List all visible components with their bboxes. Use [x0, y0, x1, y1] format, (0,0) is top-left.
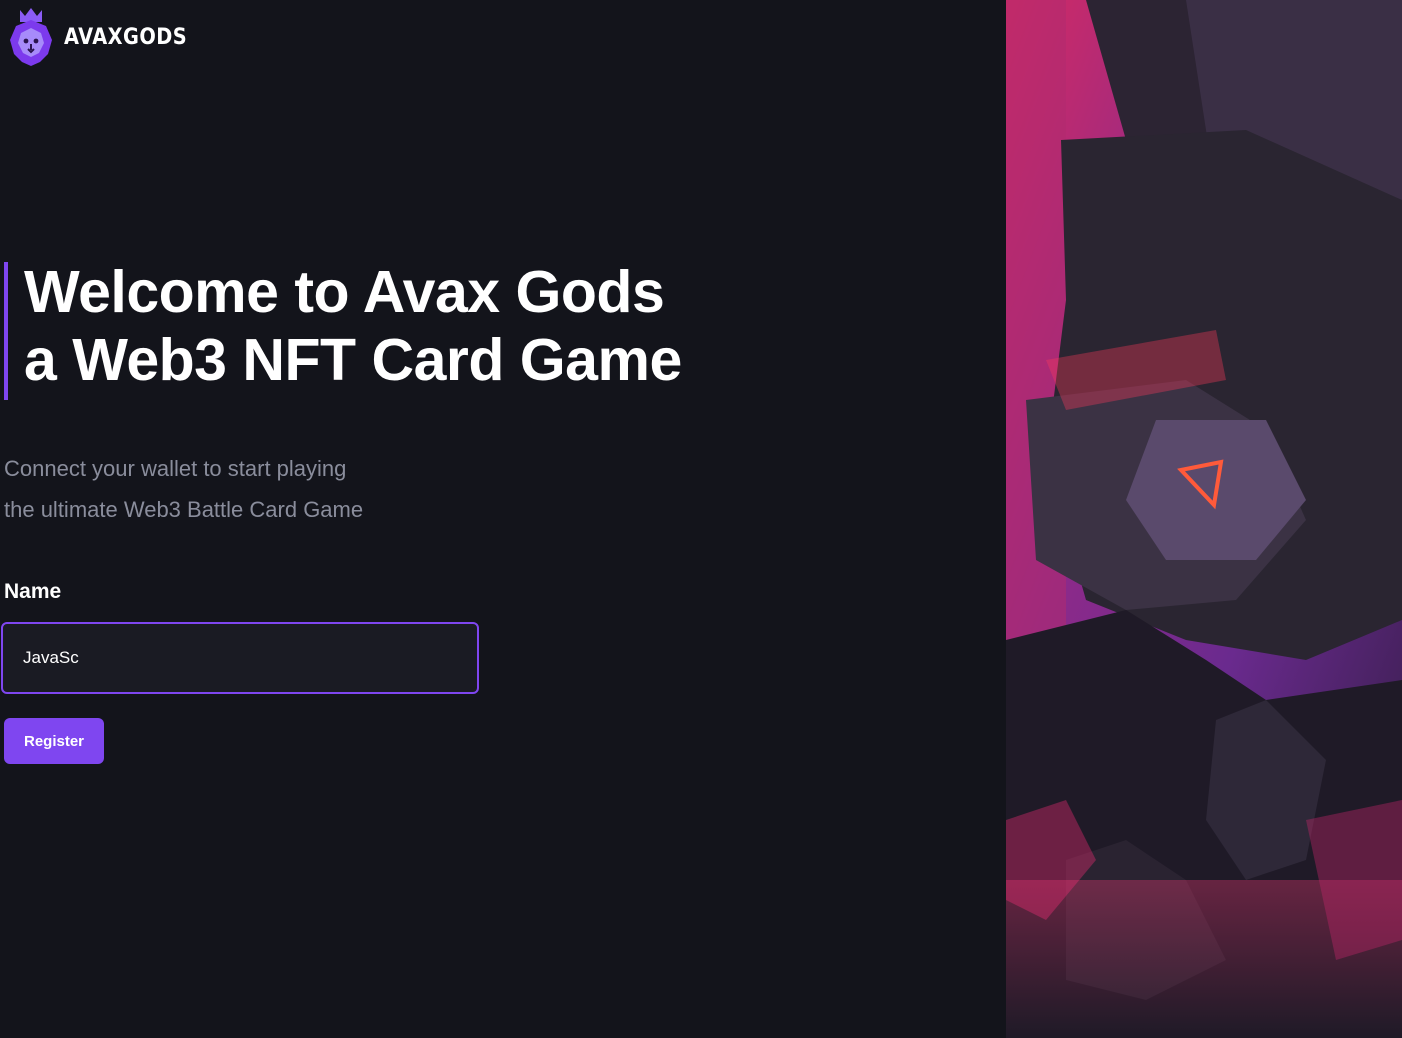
- subtitle: Connect your wallet to start playing the…: [4, 448, 363, 530]
- register-button[interactable]: Register: [4, 718, 104, 764]
- brand-name: AVAXGODS: [64, 24, 188, 50]
- brand-logo[interactable]: AVAXGODS: [6, 6, 204, 68]
- subtitle-line-1: Connect your wallet to start playing: [4, 456, 347, 481]
- name-label: Name: [4, 580, 62, 603]
- headline-block: Welcome to Avax Gods a Web3 NFT Card Gam…: [4, 259, 682, 400]
- name-input[interactable]: [1, 622, 479, 694]
- subtitle-line-2: the ultimate Web3 Battle Card Game: [4, 497, 364, 522]
- headline-line-2: a Web3 NFT Card Game: [24, 327, 682, 393]
- page: AVAXGODS Welcome to Avax Gods a Web3 NFT…: [0, 0, 1402, 1038]
- lion-crown-icon: [10, 8, 52, 66]
- hero-artwork: [1006, 0, 1402, 1038]
- left-panel: AVAXGODS Welcome to Avax Gods a Web3 NFT…: [0, 0, 1006, 1038]
- page-title: Welcome to Avax Gods a Web3 NFT Card Gam…: [24, 258, 682, 394]
- headline-line-1: Welcome to Avax Gods: [24, 259, 665, 325]
- hero-art-panel: [1006, 0, 1402, 1038]
